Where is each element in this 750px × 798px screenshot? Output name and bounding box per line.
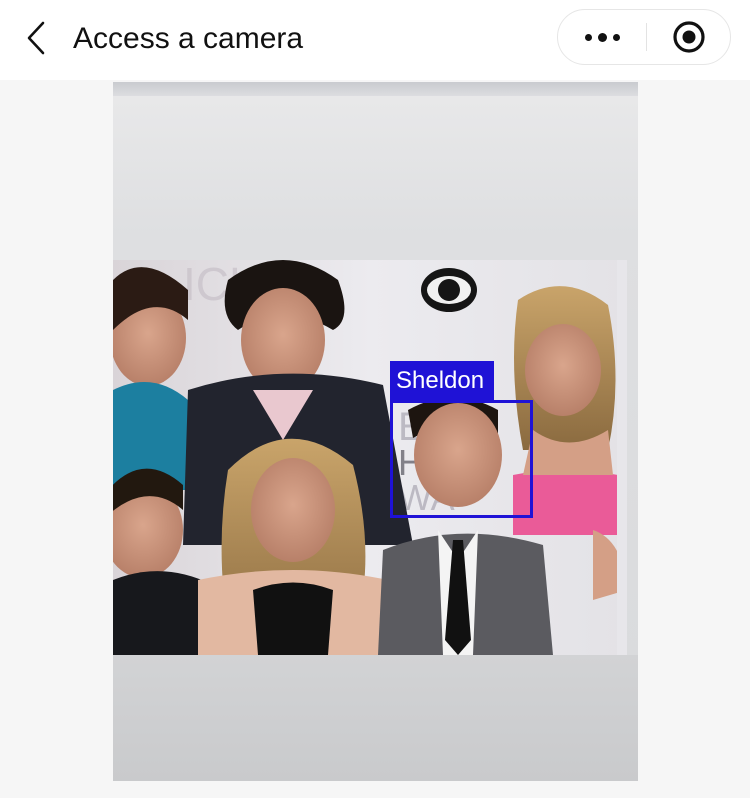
camera-top-edge: [113, 82, 638, 96]
nav-bar: Access a camera: [0, 0, 750, 80]
more-button[interactable]: [558, 10, 646, 64]
page-title: Access a camera: [73, 22, 304, 55]
chevron-left-icon: [27, 21, 45, 55]
camera-preview[interactable]: ICH EC HO WA: [113, 82, 638, 781]
close-button[interactable]: [647, 10, 731, 64]
face-detection-label: Sheldon: [390, 361, 494, 401]
target-circle-icon: [673, 21, 705, 53]
camera-bottom-area: [113, 655, 638, 781]
face-detection-box: [390, 400, 533, 518]
mini-program-capsule: [557, 9, 731, 65]
back-button[interactable]: [18, 18, 54, 58]
camera-frame-photo: ICH EC HO WA: [113, 260, 627, 655]
more-dots-icon: [582, 32, 623, 42]
